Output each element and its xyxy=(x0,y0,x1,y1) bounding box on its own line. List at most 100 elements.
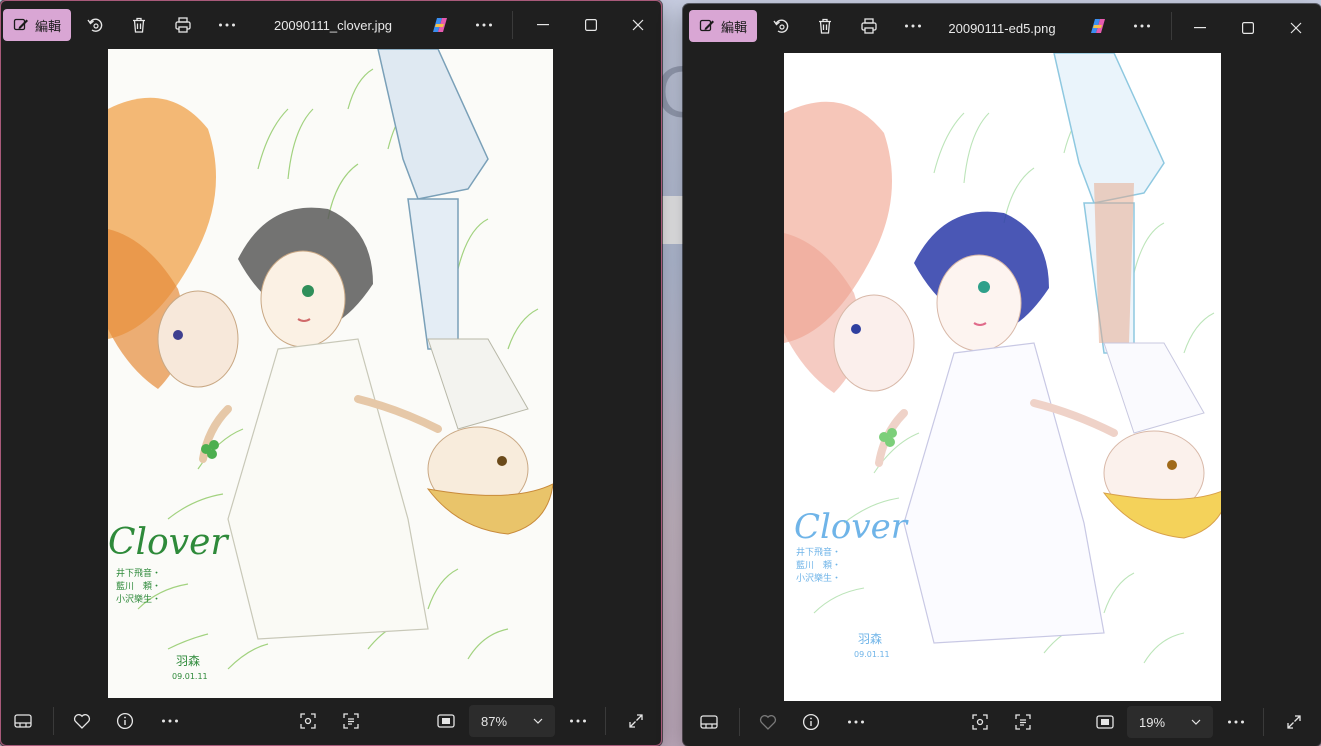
visual-search-icon xyxy=(971,713,989,731)
artwork-credit-3: 小沢樂生・ xyxy=(116,593,161,605)
info-button[interactable] xyxy=(107,705,143,737)
artwork-signature: 羽森 xyxy=(858,631,882,646)
edit-button[interactable]: 編輯 xyxy=(689,10,758,42)
zoom-dropdown[interactable]: 19% xyxy=(1127,706,1213,738)
clover-artwork-edited: Clover 井下飛音・ 藍川 頼・ 小沢樂生・ 羽森 09.01.11 xyxy=(784,53,1221,701)
filmstrip-button[interactable] xyxy=(691,706,727,738)
print-button[interactable] xyxy=(165,9,201,41)
more-icon xyxy=(161,719,179,723)
chevron-down-icon xyxy=(1191,719,1201,725)
fullscreen-button[interactable] xyxy=(618,705,654,737)
filmstrip-icon xyxy=(14,714,32,728)
bottom-more-button[interactable] xyxy=(152,705,188,737)
filmstrip-button[interactable] xyxy=(5,705,41,737)
rotate-icon xyxy=(86,16,104,34)
favorite-button[interactable] xyxy=(64,705,100,737)
divider xyxy=(739,708,740,736)
more-options-button[interactable] xyxy=(1124,10,1160,42)
scan-text-button[interactable] xyxy=(333,705,369,737)
zoom-more-button[interactable] xyxy=(1218,706,1254,738)
artwork-credit-1: 井下飛音・ xyxy=(796,546,841,558)
photos-window-1[interactable]: 編輯 20090111_clover.jpg Clover 井下飛音・ 藍川 頼… xyxy=(0,0,662,746)
more-icon xyxy=(569,719,587,723)
copilot-icon xyxy=(1089,17,1107,35)
copilot-button[interactable] xyxy=(1080,10,1116,42)
more-icon xyxy=(218,23,236,27)
close-button[interactable] xyxy=(615,5,661,45)
fullscreen-button[interactable] xyxy=(1276,706,1312,738)
image-canvas[interactable]: Clover 井下飛音・ 藍川 頼・ 小沢樂生・ 羽森 09.01.11 xyxy=(784,53,1221,701)
delete-button[interactable] xyxy=(807,10,843,42)
fit-to-window-button[interactable] xyxy=(1087,706,1123,738)
copilot-button[interactable] xyxy=(422,9,458,41)
maximize-button[interactable] xyxy=(568,5,614,45)
artwork-credit-1: 井下飛音・ xyxy=(116,567,161,579)
file-name: 20090111-ed5.png xyxy=(948,20,1056,36)
maximize-button[interactable] xyxy=(1225,8,1271,48)
more-icon xyxy=(847,720,865,724)
heart-icon xyxy=(73,713,91,729)
edit-button[interactable]: 編輯 xyxy=(3,9,72,41)
info-icon xyxy=(116,712,134,730)
artwork-credit-2: 藍川 頼・ xyxy=(796,559,841,571)
minimize-button[interactable] xyxy=(520,5,566,45)
maximize-icon xyxy=(1242,22,1254,34)
expand-icon xyxy=(1286,714,1302,730)
divider xyxy=(512,11,513,39)
delete-button[interactable] xyxy=(121,9,157,41)
artwork-date: 09.01.11 xyxy=(172,672,208,681)
title-bar[interactable]: 編輯 20090111_clover.jpg xyxy=(1,1,661,49)
divider xyxy=(605,707,606,735)
info-button[interactable] xyxy=(793,706,829,738)
info-icon xyxy=(802,713,820,731)
file-name: 20090111_clover.jpg xyxy=(273,17,393,33)
trash-icon xyxy=(130,16,148,34)
scan-text-button[interactable] xyxy=(1005,706,1041,738)
bottom-toolbar: 87% xyxy=(1,697,661,745)
visual-search-icon xyxy=(299,712,317,730)
bottom-more-button[interactable] xyxy=(838,706,874,738)
scan-text-icon xyxy=(1014,713,1032,731)
printer-icon xyxy=(174,16,192,34)
copilot-icon xyxy=(431,16,449,34)
zoom-value: 19% xyxy=(1139,714,1166,730)
more-options-button[interactable] xyxy=(466,9,502,41)
edit-button-label: 編輯 xyxy=(721,19,748,35)
artwork-title: Clover xyxy=(108,522,229,563)
image-canvas[interactable]: Clover 井下飛音・ 藍川 頼・ 小沢樂生・ 羽森 09.01.11 xyxy=(108,49,553,698)
artwork-date: 09.01.11 xyxy=(854,650,890,659)
divider xyxy=(1263,708,1264,736)
photos-window-2[interactable]: 編輯 20090111-ed5.png Clover 井下飛音・ 藍川 頼・ 小… xyxy=(683,4,1321,746)
close-icon xyxy=(632,19,644,31)
minimize-button[interactable] xyxy=(1177,8,1223,48)
title-bar[interactable]: 編輯 20090111-ed5.png xyxy=(683,4,1321,52)
maximize-icon xyxy=(585,19,597,31)
expand-icon xyxy=(628,713,644,729)
more-icon xyxy=(1227,720,1245,724)
favorite-button[interactable] xyxy=(750,706,786,738)
fit-window-icon xyxy=(437,714,455,728)
close-button[interactable] xyxy=(1273,8,1319,48)
zoom-more-button[interactable] xyxy=(560,705,596,737)
divider xyxy=(1171,12,1172,40)
trash-icon xyxy=(816,17,834,35)
visual-search-button[interactable] xyxy=(962,706,998,738)
artwork-credit-2: 藍川 頼・ xyxy=(116,580,161,592)
rotate-button[interactable] xyxy=(77,9,113,41)
minimize-icon xyxy=(1194,27,1206,29)
edit-button-label: 編輯 xyxy=(35,18,62,34)
rotate-button[interactable] xyxy=(763,10,799,42)
printer-icon xyxy=(860,17,878,35)
fit-to-window-button[interactable] xyxy=(428,705,464,737)
print-button[interactable] xyxy=(851,10,887,42)
more-button[interactable] xyxy=(895,10,931,42)
more-button[interactable] xyxy=(209,9,245,41)
zoom-value: 87% xyxy=(481,713,508,729)
rotate-icon xyxy=(772,17,790,35)
visual-search-button[interactable] xyxy=(290,705,326,737)
zoom-dropdown[interactable]: 87% xyxy=(469,705,555,737)
more-icon xyxy=(904,24,922,28)
edit-image-icon xyxy=(13,17,29,33)
edit-image-icon xyxy=(699,18,715,34)
scan-text-icon xyxy=(342,712,360,730)
